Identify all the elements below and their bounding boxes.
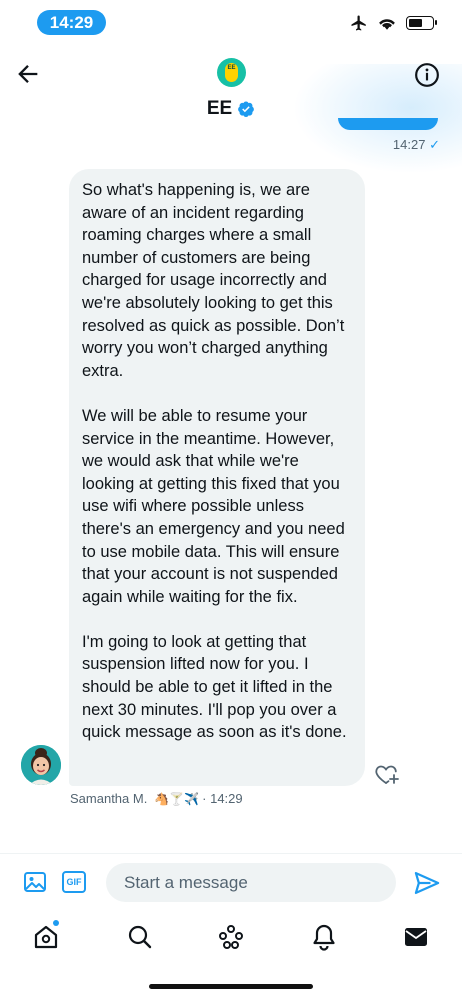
home-notification-dot <box>53 920 59 926</box>
info-icon[interactable] <box>414 62 440 88</box>
message-paragraph: So what's happening is, we are aware of … <box>82 181 345 380</box>
message-time: · 14:29 <box>202 791 243 806</box>
notifications-icon[interactable] <box>310 923 338 951</box>
sent-message-bubble[interactable] <box>338 118 438 130</box>
status-icons <box>350 14 437 32</box>
received-message-bubble[interactable]: So what's happening is, we are aware of … <box>69 169 365 786</box>
sent-status-icon: ✓ <box>429 137 440 152</box>
message-meta: Samantha M. 🐴🍸✈️ · 14:29 <box>70 791 243 806</box>
spaces-icon[interactable] <box>217 923 245 951</box>
sender-emojis: 🐴🍸✈️ <box>154 791 200 806</box>
sender-avatar[interactable] <box>21 745 61 785</box>
status-time[interactable]: 14:29 <box>37 10 106 35</box>
status-bar: 14:29 <box>0 0 462 44</box>
sent-message-meta: 14:27 ✓ <box>393 137 440 153</box>
message-input[interactable] <box>106 863 396 902</box>
sender-name[interactable]: Samantha M. <box>70 791 147 806</box>
ee-logo-icon[interactable]: EE <box>217 58 246 87</box>
gif-icon[interactable]: GIF <box>62 871 86 893</box>
message-paragraph: I'm going to look at getting that suspen… <box>82 632 347 742</box>
send-icon[interactable] <box>413 869 441 897</box>
image-icon[interactable] <box>23 870 47 894</box>
back-arrow-icon[interactable] <box>14 60 42 88</box>
battery-icon <box>406 16 437 30</box>
message-paragraph: We will be able to resume your service i… <box>82 406 345 606</box>
search-icon[interactable] <box>126 923 154 951</box>
messages-icon[interactable] <box>402 923 430 951</box>
contact-name-row[interactable]: EE <box>0 98 462 120</box>
airplane-mode-icon <box>351 15 366 31</box>
message-composer: GIF <box>0 853 462 911</box>
bottom-nav <box>0 911 462 963</box>
avatar-illustration <box>21 745 61 785</box>
sent-message-time: 14:27 <box>392 137 426 152</box>
home-indicator <box>149 984 313 989</box>
contact-name: EE <box>206 98 233 119</box>
wifi-icon <box>379 19 395 30</box>
verified-badge-icon <box>238 101 255 118</box>
ee-logo-text: EE <box>225 63 238 82</box>
heart-plus-icon[interactable] <box>374 762 400 786</box>
home-icon[interactable] <box>32 923 60 951</box>
